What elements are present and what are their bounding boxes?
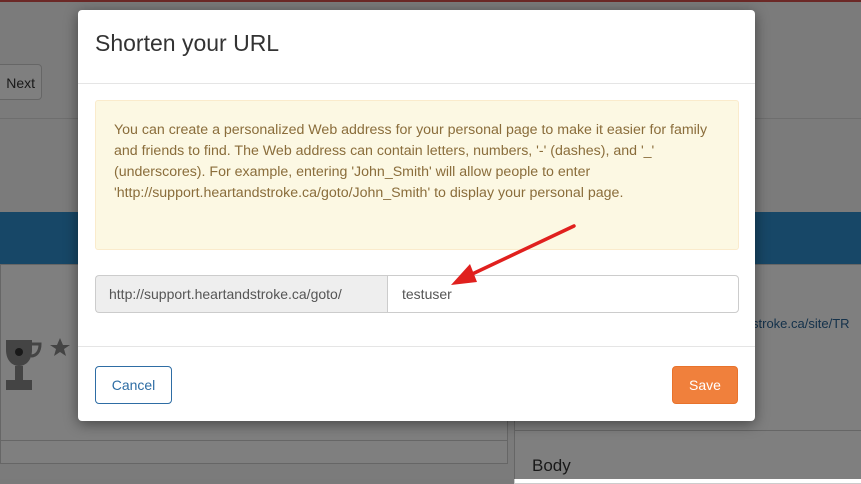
shorten-url-dialog: Shorten your URL You can create a person… bbox=[78, 10, 755, 421]
url-prefix-addon: http://support.heartandstroke.ca/goto/ bbox=[95, 275, 387, 313]
save-button[interactable]: Save bbox=[672, 366, 738, 404]
url-input-group: http://support.heartandstroke.ca/goto/ bbox=[95, 275, 739, 313]
custom-url-input[interactable] bbox=[387, 275, 739, 313]
info-alert: You can create a personalized Web addres… bbox=[95, 100, 739, 250]
cancel-button[interactable]: Cancel bbox=[95, 366, 172, 404]
dialog-title: Shorten your URL bbox=[95, 30, 280, 56]
dialog-header-divider bbox=[78, 83, 755, 84]
dialog-footer-divider bbox=[78, 346, 755, 347]
